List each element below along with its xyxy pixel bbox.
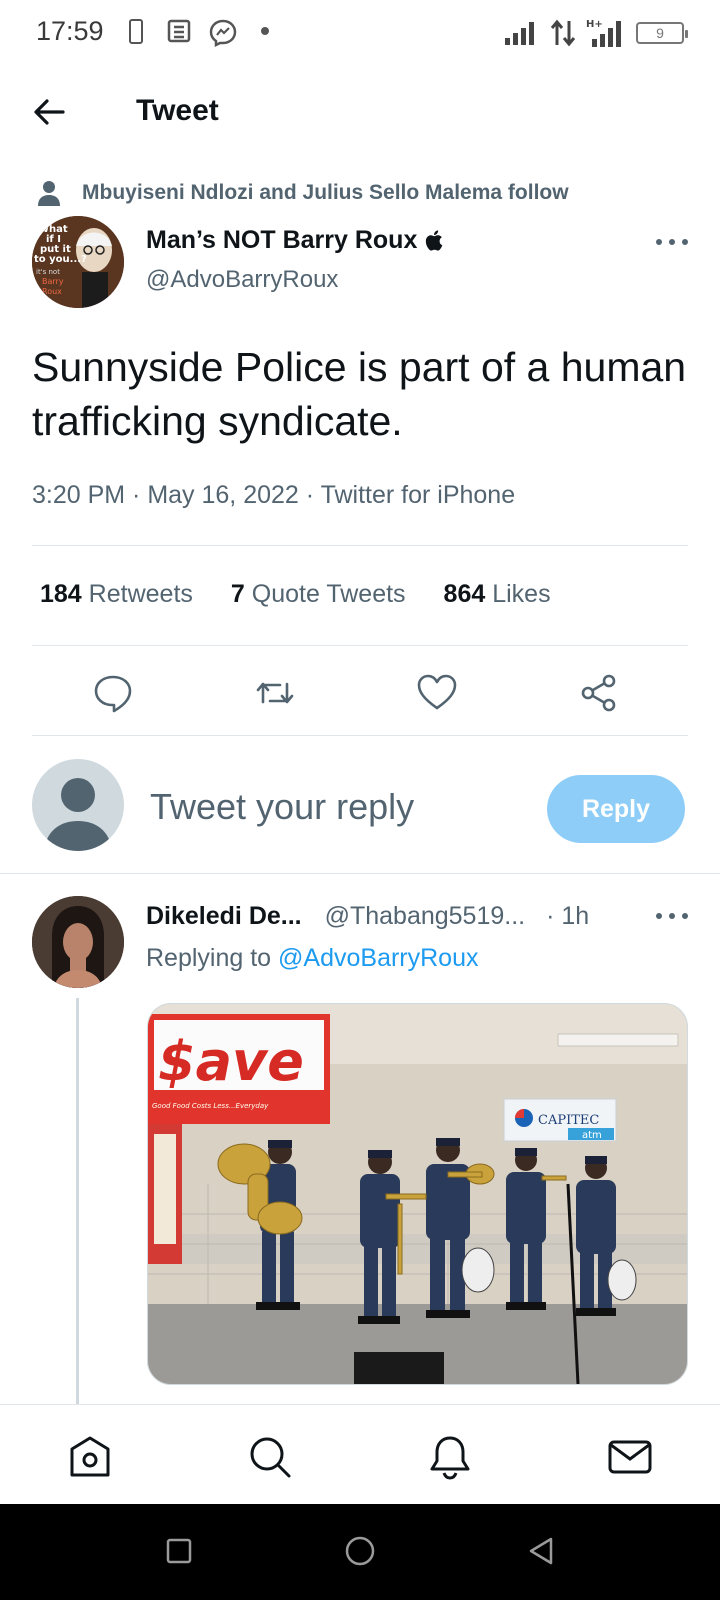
divider [32, 645, 688, 646]
author-name[interactable]: Man’s NOT Barry Roux [146, 226, 443, 255]
author-handle[interactable]: @AdvoBarryRoux [146, 266, 338, 294]
home-icon[interactable] [66, 1433, 114, 1481]
reply-author-avatar[interactable] [32, 896, 124, 988]
svg-text:H+: H+ [586, 19, 603, 30]
messages-mail-icon[interactable] [606, 1433, 654, 1481]
bottom-navigation [0, 1404, 720, 1504]
apple-icon [426, 230, 443, 251]
divider [32, 735, 688, 736]
avatar-caption-7: Roux [42, 287, 62, 296]
tweet-actions [32, 662, 688, 722]
police-band-photo: $ave Good Food Costs Less...Everyday CAP… [148, 1004, 687, 1384]
reply-header: Dikeledi De... @Thabang5519... · 1h [146, 902, 589, 931]
divider [0, 873, 720, 874]
page-title: Tweet [136, 94, 219, 127]
reply-input[interactable]: Tweet your reply [150, 786, 414, 828]
battery-level: 9 [656, 25, 664, 41]
atm-sub-text: atm [582, 1130, 602, 1141]
default-avatar-icon [44, 778, 112, 851]
signal-hplus-icon: H+ [586, 19, 621, 47]
portrait-photo [32, 896, 124, 988]
avatar-caption-5: it's not [36, 268, 60, 276]
author-name-text: Man’s NOT Barry Roux [146, 226, 418, 254]
social-context-text: Mbuyiseni Ndlozi and Julius Sello Malema… [82, 181, 569, 204]
store-tagline-text: Good Food Costs Less...Everyday [152, 1102, 269, 1110]
home-circle-icon[interactable] [343, 1534, 377, 1568]
phone-icon [129, 19, 143, 44]
stat-quote-tweets[interactable]: 7 Quote Tweets [231, 580, 406, 609]
tweet-meta: 3:20 PM · May 16, 2022 · Twitter for iPh… [32, 481, 516, 509]
replying-to-link[interactable]: @AdvoBarryRoux [278, 944, 478, 972]
person-icon [38, 181, 60, 206]
stat-likes[interactable]: 864 Likes [444, 580, 551, 609]
more-options-icon[interactable] [656, 236, 688, 248]
system-back-icon[interactable] [524, 1534, 558, 1568]
social-context[interactable]: Mbuyiseni Ndlozi and Julius Sello Malema… [36, 178, 690, 208]
my-avatar[interactable] [32, 759, 124, 851]
divider [32, 545, 688, 546]
reply-more-options-icon[interactable] [656, 910, 688, 922]
recent-apps-icon[interactable] [162, 1534, 196, 1568]
stat-retweets[interactable]: 184 Retweets [40, 580, 193, 609]
status-right-group: H+ 9 [504, 18, 688, 48]
reply-author-handle[interactable]: @Thabang5519... [325, 902, 526, 930]
system-navigation-bar [0, 1504, 720, 1600]
news-icon [167, 19, 191, 43]
like-heart-icon[interactable] [416, 672, 458, 714]
atm-sign-text: CAPITEC [538, 1113, 599, 1128]
tweet-stats: 184 Retweets 7 Quote Tweets 864 Likes [40, 580, 551, 609]
reply-icon[interactable] [92, 672, 134, 714]
signal-icon [505, 22, 534, 45]
avatar-caption-6: Barry [42, 277, 64, 286]
data-transfer-icon [550, 19, 576, 47]
back-arrow-icon[interactable] [30, 92, 70, 132]
status-time: 17:59 [36, 16, 104, 46]
reply-author-name[interactable]: Dikeledi De... [146, 902, 302, 930]
replying-to-label: Replying to [146, 944, 272, 972]
battery-icon: 9 [636, 22, 688, 44]
replying-to: Replying to @AdvoBarryRoux [146, 944, 478, 973]
share-icon[interactable] [578, 672, 620, 714]
status-bar: 17:59 H+ 9 [0, 0, 720, 66]
notification-dot-icon [261, 27, 269, 35]
author-avatar[interactable]: What if I put it to you...? it's not Bar… [32, 216, 124, 308]
reply-media-image[interactable]: $ave Good Food Costs Less...Everyday CAP… [147, 1003, 688, 1385]
top-app-bar: Tweet [0, 76, 720, 148]
store-sign-text: $ave [158, 1030, 304, 1093]
retweet-icon[interactable] [254, 672, 296, 714]
search-icon[interactable] [246, 1433, 294, 1481]
tweet-text: Sunnyside Police is part of a human traf… [32, 344, 687, 444]
caricature-image: What if I put it to you...? it's not Bar… [32, 216, 124, 308]
notifications-bell-icon[interactable] [426, 1433, 474, 1481]
avatar-caption-4: to you...? [34, 254, 87, 265]
reply-button[interactable]: Reply [547, 775, 685, 843]
messenger-icon [209, 19, 237, 48]
thread-line [76, 998, 79, 1404]
reply-time: · 1h [546, 902, 590, 930]
